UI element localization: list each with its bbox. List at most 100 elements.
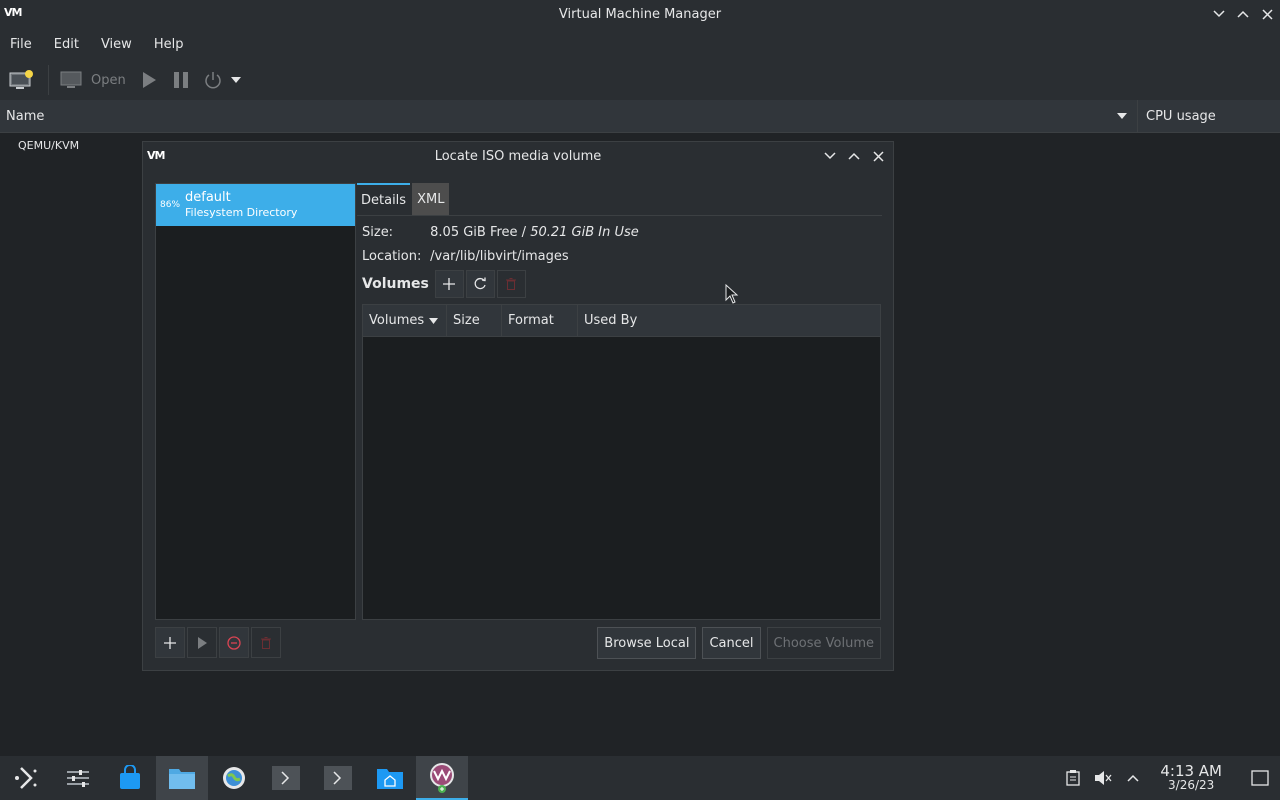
- clipboard-icon: [1066, 770, 1080, 786]
- volumes-toolbar: Volumes: [362, 270, 528, 298]
- taskbar-terminal-2[interactable]: [312, 756, 364, 800]
- virt-manager-icon: [430, 763, 454, 793]
- col-volumes-label: Volumes: [369, 313, 425, 328]
- connection-qemu-kvm[interactable]: QEMU/KVM: [18, 139, 79, 152]
- location-row: Location: /var/lib/libvirt/images: [362, 249, 569, 264]
- col-size[interactable]: Size: [447, 305, 502, 336]
- mouse-cursor-icon: [725, 284, 739, 304]
- dialog-maximize-icon[interactable]: [845, 146, 863, 166]
- refresh-volumes-button[interactable]: [465, 270, 495, 298]
- app-launcher-button[interactable]: [0, 756, 52, 800]
- size-used: 50.21 GiB In Use: [530, 225, 639, 240]
- tab-xml[interactable]: XML: [412, 183, 450, 215]
- clock[interactable]: 4:13 AM 3/26/23: [1160, 762, 1222, 793]
- taskbar-home-folder[interactable]: [364, 756, 416, 800]
- delete-pool-button[interactable]: [251, 627, 281, 658]
- plus-icon: [443, 278, 456, 290]
- cancel-button[interactable]: Cancel: [702, 627, 761, 659]
- shutdown-menu-button[interactable]: [230, 76, 242, 84]
- new-vm-button[interactable]: [8, 69, 34, 91]
- delete-volume-button[interactable]: [496, 270, 526, 298]
- virt-manager-logo-icon: VM: [4, 6, 22, 19]
- column-name[interactable]: Name: [0, 100, 1138, 132]
- steamdeck-launcher-icon: [15, 767, 37, 789]
- trash-icon: [506, 278, 517, 290]
- add-volume-button[interactable]: [434, 270, 464, 298]
- trash-icon: [261, 636, 271, 649]
- taskbar-file-manager[interactable]: [156, 756, 208, 800]
- sliders-icon: [67, 770, 89, 787]
- taskbar-discover[interactable]: [104, 756, 156, 800]
- pool-tabs: Details XML: [357, 183, 882, 216]
- browse-local-button[interactable]: Browse Local: [597, 627, 697, 659]
- shutdown-button[interactable]: [204, 71, 222, 89]
- monitor-icon: [60, 71, 82, 88]
- terminal-icon: [324, 766, 352, 790]
- menu-file[interactable]: File: [4, 37, 38, 52]
- start-pool-button[interactable]: [187, 627, 217, 658]
- pause-icon: [173, 72, 188, 88]
- main-titlebar: VM Virtual Machine Manager: [0, 0, 1280, 29]
- pause-button[interactable]: [172, 71, 190, 89]
- dialog-title: Locate ISO media volume: [434, 149, 602, 164]
- column-name-label: Name: [6, 108, 45, 124]
- open-button[interactable]: Open: [59, 70, 126, 90]
- show-desktop-button[interactable]: [1240, 756, 1280, 800]
- col-used-by[interactable]: Used By: [578, 305, 880, 336]
- stop-pool-button[interactable]: [219, 627, 249, 658]
- menu-help[interactable]: Help: [148, 37, 190, 52]
- folder-icon: [169, 769, 195, 789]
- clipboard-tray-button[interactable]: [1058, 756, 1088, 800]
- pool-item-default[interactable]: 86% default Filesystem Directory: [156, 184, 355, 226]
- dialog-close-icon[interactable]: [869, 146, 887, 166]
- stop-icon: [227, 635, 241, 650]
- maximize-icon[interactable]: [1234, 4, 1252, 24]
- tray-expand-button[interactable]: [1118, 756, 1148, 800]
- sort-desc-icon: [429, 317, 439, 324]
- toolbar: Open: [0, 60, 1280, 100]
- taskbar-settings-mixer[interactable]: [52, 756, 104, 800]
- dialog-minimize-icon[interactable]: [821, 146, 839, 166]
- new-vm-icon: [9, 70, 33, 89]
- speaker-muted-icon: [1095, 771, 1112, 785]
- system-tray: 4:13 AM 3/26/23: [1058, 756, 1280, 800]
- location-label: Location:: [362, 249, 422, 264]
- tab-details[interactable]: Details: [357, 183, 411, 215]
- menu-view[interactable]: View: [95, 37, 138, 52]
- dialog-titlebar: VM Locate ISO media volume: [143, 142, 893, 171]
- close-icon[interactable]: [1258, 4, 1276, 24]
- minimize-icon[interactable]: [1210, 4, 1228, 24]
- size-separator: /: [517, 225, 531, 240]
- size-free: 8.05 GiB Free: [430, 225, 518, 240]
- open-label: Open: [91, 72, 126, 88]
- power-icon: [205, 72, 221, 89]
- window-title: Virtual Machine Manager: [558, 7, 722, 22]
- clock-time: 4:13 AM: [1160, 762, 1222, 780]
- discover-bag-icon: [120, 765, 140, 789]
- window-controls: [1210, 4, 1276, 24]
- play-icon: [142, 72, 156, 88]
- col-volumes[interactable]: Volumes: [363, 305, 447, 336]
- volume-tray-button[interactable]: [1088, 756, 1118, 800]
- add-pool-button[interactable]: [155, 627, 185, 658]
- dialog-buttons: Browse Local Cancel Choose Volume: [597, 627, 881, 659]
- taskbar-terminal-1[interactable]: [260, 756, 312, 800]
- locate-iso-dialog: VM Locate ISO media volume 86% default F…: [142, 141, 894, 671]
- pool-usage-percent: 86%: [160, 200, 181, 210]
- menubar: File Edit View Help: [0, 29, 1280, 60]
- terminal-icon: [272, 766, 300, 790]
- volumes-table: Volumes Size Format Used By: [362, 304, 881, 620]
- pool-name: default: [185, 190, 231, 205]
- menu-edit[interactable]: Edit: [48, 37, 85, 52]
- dropdown-arrow-icon: [230, 77, 241, 83]
- column-cpu-usage[interactable]: CPU usage: [1138, 109, 1216, 124]
- dialog-controls: [821, 146, 887, 166]
- run-button[interactable]: [140, 71, 158, 89]
- taskbar-system-settings[interactable]: [208, 756, 260, 800]
- sort-arrow-icon: [1117, 113, 1127, 119]
- taskbar-virt-manager[interactable]: [416, 756, 468, 800]
- volumes-label: Volumes: [362, 276, 429, 292]
- col-format[interactable]: Format: [502, 305, 578, 336]
- show-desktop-icon: [1251, 770, 1269, 786]
- choose-volume-button[interactable]: Choose Volume: [766, 627, 881, 659]
